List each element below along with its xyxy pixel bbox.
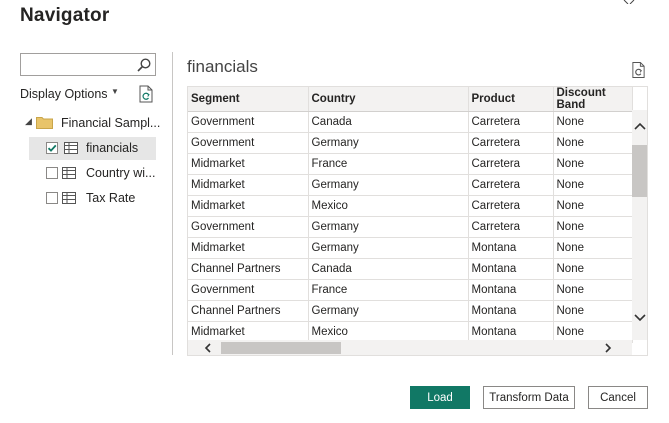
table-icon	[62, 192, 76, 204]
tree-root-label: Financial Sampl...	[61, 116, 161, 130]
table-cell: Carretera	[468, 195, 554, 217]
table-cell: Channel Partners	[188, 300, 309, 322]
table-cell: Government	[188, 111, 309, 133]
tree-item-label: Tax Rate	[86, 191, 136, 205]
tree-item-financials[interactable]: financials	[29, 137, 156, 160]
scroll-up-icon[interactable]	[632, 120, 648, 132]
table-cell: Carretera	[468, 153, 554, 175]
tree-item-tax-rate[interactable]: Tax Rate	[43, 187, 156, 210]
transform-data-button[interactable]: Transform Data	[483, 386, 575, 409]
table-header-row: Segment Country Product Discount Band	[188, 87, 633, 112]
table-cell: France	[308, 279, 469, 301]
pane-divider[interactable]	[172, 52, 173, 355]
data-preview-grid[interactable]: Segment Country Product Discount Band Go…	[187, 86, 648, 356]
search-icon[interactable]	[136, 57, 152, 73]
cancel-button[interactable]: Cancel	[588, 386, 648, 409]
scroll-right-icon[interactable]	[602, 342, 614, 354]
table-cell: Germany	[308, 174, 469, 196]
tree-item-label: Country wi...	[86, 166, 156, 180]
scroll-left-icon[interactable]	[202, 342, 214, 354]
table-cell: Carretera	[468, 111, 554, 133]
table-row: Midmarket Mexico Carretera None	[188, 195, 633, 217]
column-header[interactable]: Product	[468, 87, 554, 112]
table-cell: Government	[188, 132, 309, 154]
table-cell: None	[553, 237, 633, 259]
preview-title: financials	[187, 57, 258, 76]
table-cell: France	[308, 153, 469, 175]
table-cell: None	[553, 300, 633, 322]
table-cell: None	[553, 153, 633, 175]
preview-table: Segment Country Product Discount Band Go…	[188, 87, 633, 343]
folder-icon	[36, 117, 53, 129]
search-field[interactable]	[20, 53, 156, 76]
table-icon	[62, 167, 76, 179]
load-button[interactable]: Load	[410, 386, 470, 409]
close-icon[interactable]	[622, 0, 636, 4]
table-cell: None	[553, 174, 633, 196]
scroll-down-icon[interactable]	[632, 312, 648, 324]
table-row: Channel Partners Germany Montana None	[188, 300, 633, 322]
table-row: Channel Partners Canada Montana None	[188, 258, 633, 280]
table-row: Government Germany Carretera None	[188, 216, 633, 238]
tree-item-label: financials	[86, 141, 139, 155]
table-row: Government Canada Carretera None	[188, 111, 633, 133]
table-cell: None	[553, 111, 633, 133]
checkmark-icon	[47, 144, 57, 152]
refresh-icon[interactable]	[138, 85, 154, 103]
display-options-button[interactable]: Display Options	[20, 87, 108, 101]
table-cell: Germany	[308, 216, 469, 238]
vertical-scroll-thumb[interactable]	[632, 145, 647, 197]
column-header[interactable]: Discount Band	[553, 87, 633, 112]
tree-collapse-icon[interactable]: ◢	[25, 116, 32, 127]
table-row: Midmarket Germany Montana None	[188, 237, 633, 259]
refresh-icon[interactable]	[631, 61, 646, 79]
checkbox-financials[interactable]	[46, 142, 58, 154]
table-row: Government Germany Carretera None	[188, 132, 633, 154]
table-cell: Channel Partners	[188, 258, 309, 280]
table-cell: Germany	[308, 237, 469, 259]
table-cell: None	[553, 258, 633, 280]
horizontal-scroll-thumb[interactable]	[221, 342, 341, 354]
table-cell: Montana	[468, 279, 554, 301]
table-cell: Government	[188, 279, 309, 301]
table-cell: Germany	[308, 132, 469, 154]
table-row: Government France Montana None	[188, 279, 633, 301]
table-cell: Carretera	[468, 216, 554, 238]
table-icon	[64, 142, 78, 154]
checkbox-tax-rate[interactable]	[46, 192, 58, 204]
table-cell: None	[553, 132, 633, 154]
vertical-scrollbar[interactable]	[632, 110, 648, 340]
horizontal-scrollbar[interactable]	[188, 340, 632, 355]
dialog-title: Navigator	[20, 5, 110, 26]
checkbox-country-wise[interactable]	[46, 167, 58, 179]
table-cell: Midmarket	[188, 153, 309, 175]
column-header[interactable]: Segment	[188, 87, 309, 112]
table-cell: Mexico	[308, 195, 469, 217]
table-cell: Carretera	[468, 132, 554, 154]
table-cell: Montana	[468, 300, 554, 322]
table-cell: Midmarket	[188, 174, 309, 196]
table-cell: Montana	[468, 237, 554, 259]
table-cell: Germany	[308, 300, 469, 322]
chevron-down-icon[interactable]: ▼	[111, 87, 119, 96]
column-header[interactable]: Country	[308, 87, 469, 112]
tree-item-country-wise[interactable]: Country wi...	[43, 162, 156, 185]
table-cell: None	[553, 279, 633, 301]
table-cell: Government	[188, 216, 309, 238]
table-cell: Canada	[308, 111, 469, 133]
table-cell: None	[553, 216, 633, 238]
tree-root-financial-sample[interactable]: ◢ Financial Sampl...	[25, 113, 161, 135]
table-cell: Carretera	[468, 174, 554, 196]
table-cell: Midmarket	[188, 237, 309, 259]
table-cell: Midmarket	[188, 195, 309, 217]
table-row: Midmarket Germany Carretera None	[188, 174, 633, 196]
table-row: Midmarket France Carretera None	[188, 153, 633, 175]
table-cell: None	[553, 195, 633, 217]
table-cell: Montana	[468, 258, 554, 280]
search-input[interactable]	[23, 55, 131, 74]
table-cell: Canada	[308, 258, 469, 280]
